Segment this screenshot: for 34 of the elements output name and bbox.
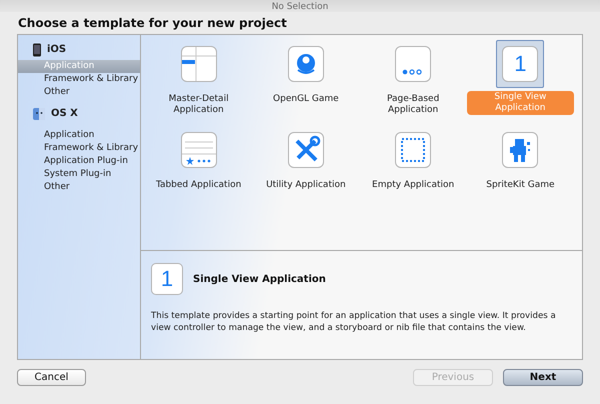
numeral-icon: 1	[502, 46, 538, 82]
template-label[interactable]: Page-Based Application	[362, 94, 464, 116]
template-icon	[395, 132, 432, 168]
template-label[interactable]: OpenGL Game	[270, 94, 342, 105]
template-label[interactable]: Master-Detail Application	[148, 94, 250, 116]
sidebar-item[interactable]: Other	[18, 181, 140, 194]
template-icon	[502, 132, 538, 168]
iphone-icon	[32, 42, 42, 56]
next-button[interactable]: Next	[503, 369, 583, 386]
template-icon	[180, 46, 217, 82]
sidebar-item[interactable]: Framework & Library	[18, 73, 140, 86]
template-title: Single View Application	[193, 274, 326, 284]
sidebar-item[interactable]: Other	[18, 86, 140, 99]
finder-face-icon	[32, 106, 46, 120]
sidebar-group-heading: OS X	[51, 108, 78, 119]
cancel-button[interactable]: Cancel	[17, 369, 86, 386]
template-icon	[180, 132, 217, 168]
template-label[interactable]: Empty Application	[369, 180, 458, 191]
dialog-title: Choose a template for your new project	[17, 15, 288, 32]
sidebar-item[interactable]: Application Plug-in	[18, 155, 140, 168]
template-description: This template provides a starting point for an application that uses a single view. It provides a view controller to manage the view, and a storyboard or nib file that contains the view.	[151, 311, 557, 334]
sidebar-item[interactable]: Application	[18, 129, 140, 142]
template-icon	[288, 46, 324, 82]
template-label[interactable]: Tabbed Application	[152, 180, 244, 191]
sidebar-group-heading: iOS	[47, 44, 66, 55]
numeral-icon: 1	[151, 263, 183, 295]
template-icon	[288, 132, 324, 168]
template-icon	[395, 46, 432, 82]
toolbar-status-text: No Selection	[272, 2, 328, 12]
sidebar-item[interactable]: System Plug-in	[18, 168, 140, 181]
template-label[interactable]: SpriteKit Game	[483, 180, 558, 191]
sidebar-item[interactable]: Framework & Library	[18, 142, 140, 155]
template-tile[interactable]: 1	[496, 40, 544, 88]
template-label[interactable]: Utility Application	[263, 180, 349, 191]
